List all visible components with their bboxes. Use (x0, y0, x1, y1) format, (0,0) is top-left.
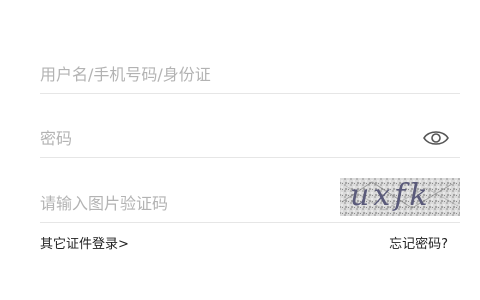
captcha-input[interactable] (40, 183, 320, 223)
username-field-row (40, 54, 460, 94)
eye-icon[interactable] (422, 128, 450, 148)
forgot-password-link[interactable]: 忘记密码? (389, 233, 448, 252)
captcha-field-row: uxfk (40, 172, 460, 223)
captcha-text: uxfk (350, 178, 432, 213)
captcha-image[interactable]: uxfk (332, 172, 460, 216)
login-form: uxfk 其它证件登录> 忘记密码? (0, 0, 480, 300)
password-field-row (40, 118, 460, 158)
password-input[interactable] (40, 118, 320, 158)
links-row: 其它证件登录> 忘记密码? (40, 233, 448, 253)
other-id-login-link[interactable]: 其它证件登录> (40, 233, 129, 252)
username-input[interactable] (40, 54, 320, 94)
